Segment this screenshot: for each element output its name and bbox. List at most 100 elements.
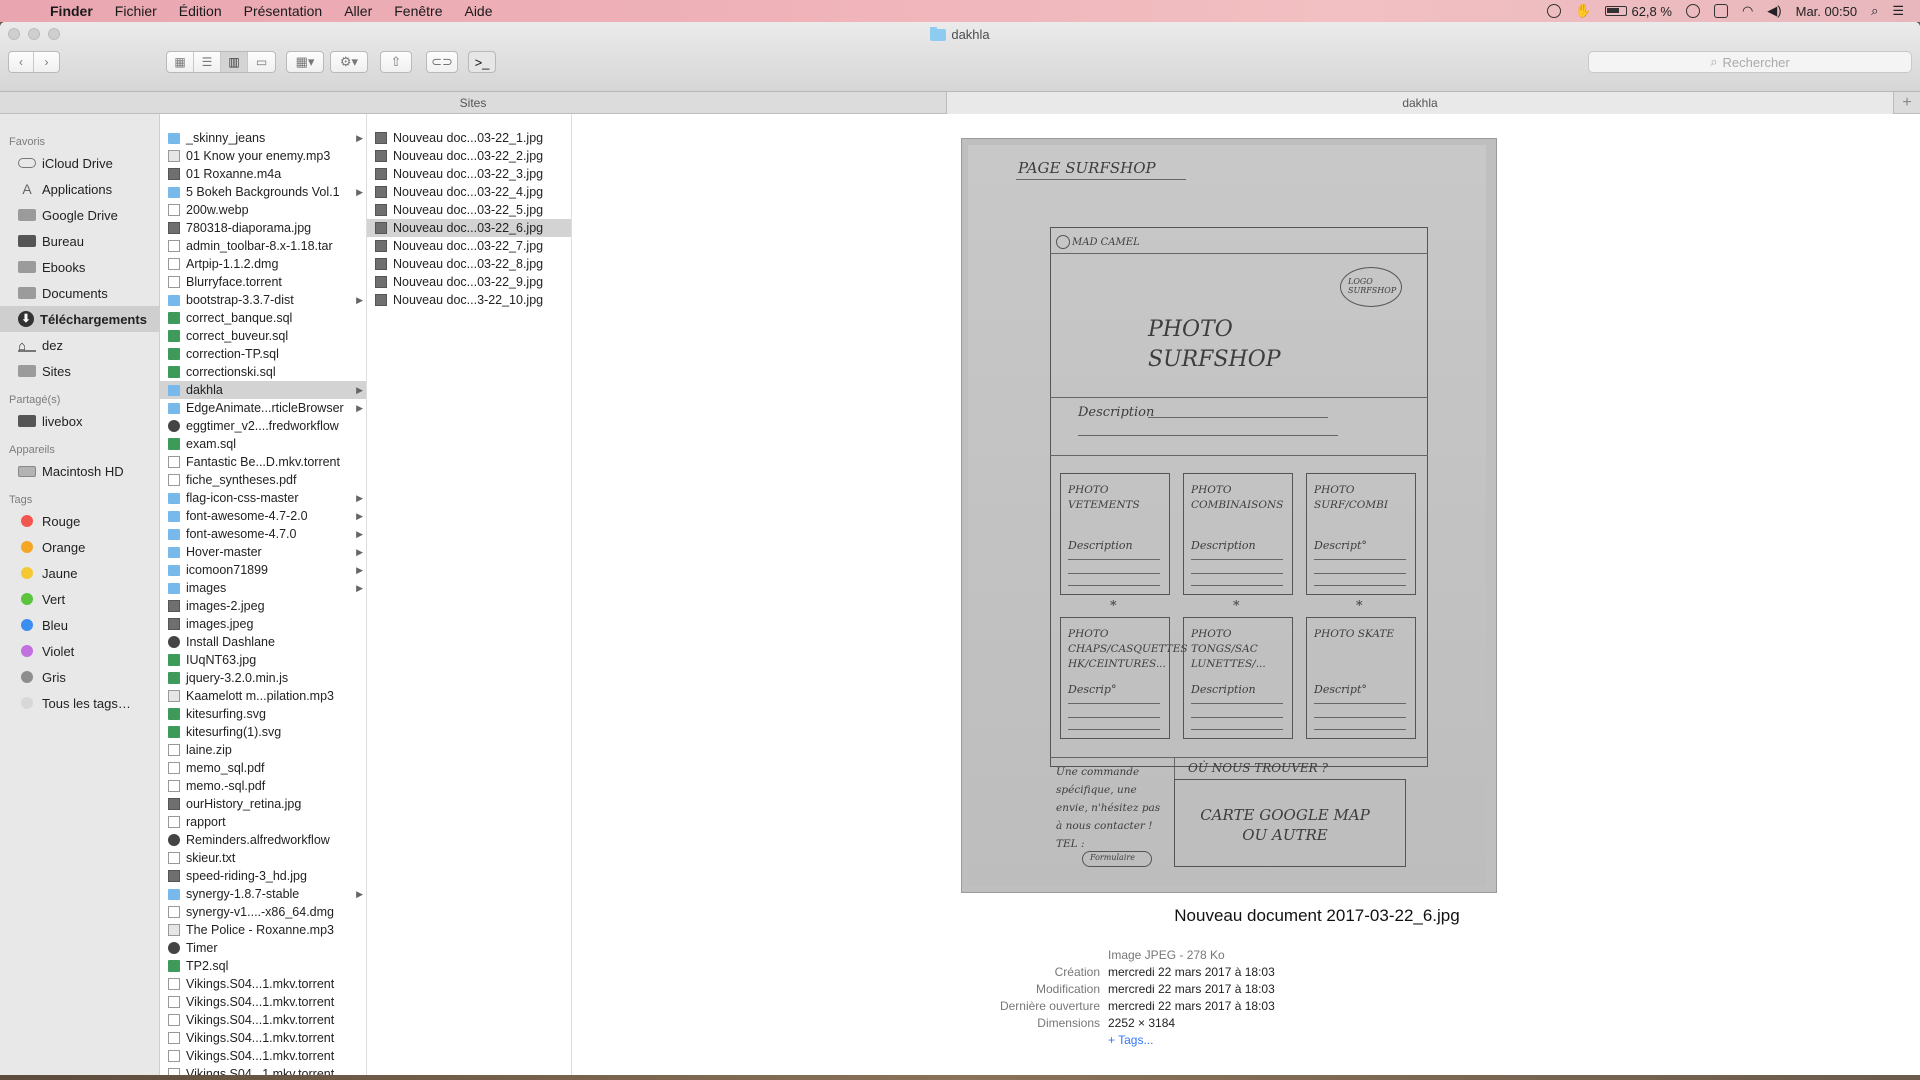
file-row[interactable]: Nouveau doc...3-22_10.jpg	[367, 291, 571, 309]
file-row[interactable]: Reminders.alfredworkflow	[160, 831, 366, 849]
edit-tags-button[interactable]: ⊂⊃	[426, 51, 458, 73]
folder-row[interactable]: EdgeAnimate...rticleBrowser ▶	[160, 399, 366, 417]
file-row[interactable]: correction-TP.sql	[160, 345, 366, 363]
menu-aide[interactable]: Aide	[464, 3, 492, 19]
file-row[interactable]: exam.sql	[160, 435, 366, 453]
file-row[interactable]: The Police - Roxanne.mp3	[160, 921, 366, 939]
file-row[interactable]: images-2.jpeg	[160, 597, 366, 615]
file-row[interactable]: Kaamelott m...pilation.mp3	[160, 687, 366, 705]
forward-button[interactable]: ›	[34, 52, 59, 72]
spotlight-icon[interactable]: ⌕	[1871, 3, 1878, 19]
hand-icon[interactable]: ✋	[1575, 3, 1591, 19]
file-row[interactable]: correct_banque.sql	[160, 309, 366, 327]
column-view-button[interactable]: ▥	[221, 52, 248, 72]
folder-row[interactable]: 5 Bokeh Backgrounds Vol.1 ▶	[160, 183, 366, 201]
sidebar-item-dez[interactable]: ⌂ dez	[0, 332, 159, 358]
sidebar-item-macintosh-hd[interactable]: Macintosh HD	[0, 458, 159, 484]
back-button[interactable]: ‹	[9, 52, 35, 72]
file-row[interactable]: speed-riding-3_hd.jpg	[160, 867, 366, 885]
sidebar-item-telechargements[interactable]: ⬇ Téléchargements	[0, 306, 159, 332]
file-row[interactable]: jquery-3.2.0.min.js	[160, 669, 366, 687]
file-row[interactable]: Install Dashlane	[160, 633, 366, 651]
sidebar-tag-tous-les-tags[interactable]: Tous les tags…	[0, 690, 159, 716]
sidebar-tag-violet[interactable]: Violet	[0, 638, 159, 664]
battery-status[interactable]: 62,8 %	[1605, 4, 1672, 19]
file-row[interactable]: synergy-v1....-x86_64.dmg	[160, 903, 366, 921]
list-view-button[interactable]: ☰	[194, 52, 221, 72]
file-row[interactable]: 780318-diaporama.jpg	[160, 219, 366, 237]
add-tags-link[interactable]: + Tags...	[1108, 1033, 1153, 1047]
file-row[interactable]: kitesurfing.svg	[160, 705, 366, 723]
file-row[interactable]: Nouveau doc...03-22_2.jpg	[367, 147, 571, 165]
menu-presentation[interactable]: Présentation	[244, 3, 323, 19]
file-row[interactable]: eggtimer_v2....fredworkflow	[160, 417, 366, 435]
sidebar-tag-rouge[interactable]: Rouge	[0, 508, 159, 534]
sidebar-tag-vert[interactable]: Vert	[0, 586, 159, 612]
sidebar-item-google-drive[interactable]: Google Drive	[0, 202, 159, 228]
file-row[interactable]: memo_sql.pdf	[160, 759, 366, 777]
folder-row[interactable]: icomoon71899 ▶	[160, 561, 366, 579]
file-row[interactable]: Vikings.S04...1.mkv.torrent	[160, 1011, 366, 1029]
file-row[interactable]: correctionski.sql	[160, 363, 366, 381]
menu-clock[interactable]: Mar. 00:50	[1796, 4, 1857, 19]
file-row[interactable]: 200w.webp	[160, 201, 366, 219]
terminal-app-button[interactable]: >_	[468, 51, 496, 73]
menu-fenetre[interactable]: Fenêtre	[394, 3, 442, 19]
clock-icon[interactable]	[1685, 4, 1700, 18]
notification-center-icon[interactable]: ☰	[1892, 3, 1904, 19]
file-row[interactable]: 01 Roxanne.m4a	[160, 165, 366, 183]
status-app-icon[interactable]	[1547, 4, 1562, 18]
folder-row[interactable]: Hover-master ▶	[160, 543, 366, 561]
file-row[interactable]: Artpip-1.1.2.dmg	[160, 255, 366, 273]
new-tab-button[interactable]: +	[1894, 92, 1920, 113]
folder-row[interactable]: font-awesome-4.7-2.0 ▶	[160, 507, 366, 525]
file-row[interactable]: fiche_syntheses.pdf	[160, 471, 366, 489]
file-row[interactable]: images.jpeg	[160, 615, 366, 633]
sync-icon[interactable]	[1713, 4, 1728, 18]
share-button[interactable]: ⇧	[380, 51, 412, 73]
file-row[interactable]: rapport	[160, 813, 366, 831]
sidebar-item-ebooks[interactable]: Ebooks	[0, 254, 159, 280]
file-row[interactable]: admin_toolbar-8.x-1.18.tar	[160, 237, 366, 255]
sidebar-item-livebox[interactable]: livebox	[0, 408, 159, 434]
file-row[interactable]: skieur.txt	[160, 849, 366, 867]
menu-aller[interactable]: Aller	[344, 3, 372, 19]
sidebar-tag-bleu[interactable]: Bleu	[0, 612, 159, 638]
file-row[interactable]: Vikings.S04...1.mkv.torrent	[160, 975, 366, 993]
folder-row[interactable]: bootstrap-3.3.7-dist ▶	[160, 291, 366, 309]
file-row[interactable]: Nouveau doc...03-22_8.jpg	[367, 255, 571, 273]
folder-row[interactable]: images ▶	[160, 579, 366, 597]
tab-sites[interactable]: Sites	[0, 92, 947, 114]
file-row[interactable]: correct_buveur.sql	[160, 327, 366, 345]
gallery-view-button[interactable]: ▭	[248, 52, 275, 72]
image-preview[interactable]: PAGE SURFSHOP MAD CAMEL LOGO SURFSHOP PH…	[961, 138, 1497, 893]
sidebar-item-applications[interactable]: A Applications	[0, 176, 159, 202]
sidebar-item-bureau[interactable]: Bureau	[0, 228, 159, 254]
file-row[interactable]: Nouveau doc...03-22_1.jpg	[367, 129, 571, 147]
tab-dakhla[interactable]: dakhla	[947, 92, 1894, 114]
file-row[interactable]: IUqNT63.jpg	[160, 651, 366, 669]
action-gear-button[interactable]: ⚙▾	[330, 51, 368, 73]
file-row[interactable]: Nouveau doc...03-22_9.jpg	[367, 273, 571, 291]
sidebar-tag-orange[interactable]: Orange	[0, 534, 159, 560]
file-row[interactable]: Vikings.S04...1.mkv.torrent	[160, 993, 366, 1011]
file-row[interactable]: laine.zip	[160, 741, 366, 759]
folder-row[interactable]: synergy-1.8.7-stable ▶	[160, 885, 366, 903]
file-row[interactable]: Nouveau doc...03-22_3.jpg	[367, 165, 571, 183]
file-row[interactable]: Nouveau doc...03-22_4.jpg	[367, 183, 571, 201]
menu-fichier[interactable]: Fichier	[115, 3, 157, 19]
sidebar-item-sites[interactable]: Sites	[0, 358, 159, 384]
menu-finder[interactable]: Finder	[50, 3, 93, 19]
file-row[interactable]: Fantastic Be...D.mkv.torrent	[160, 453, 366, 471]
file-row[interactable]: Nouveau doc...03-22_7.jpg	[367, 237, 571, 255]
icon-view-button[interactable]: ▦	[167, 52, 194, 72]
sidebar-tag-gris[interactable]: Gris	[0, 664, 159, 690]
sidebar-item-documents[interactable]: Documents	[0, 280, 159, 306]
file-row[interactable]: 01 Know your enemy.mp3	[160, 147, 366, 165]
folder-row[interactable]: dakhla ▶	[160, 381, 366, 399]
file-row[interactable]: ourHistory_retina.jpg	[160, 795, 366, 813]
arrange-button[interactable]: ▦▾	[286, 51, 324, 73]
menu-edition[interactable]: Édition	[179, 3, 222, 19]
folder-row[interactable]: font-awesome-4.7.0 ▶	[160, 525, 366, 543]
file-row[interactable]: Vikings.S04...1.mkv.torrent	[160, 1065, 366, 1075]
